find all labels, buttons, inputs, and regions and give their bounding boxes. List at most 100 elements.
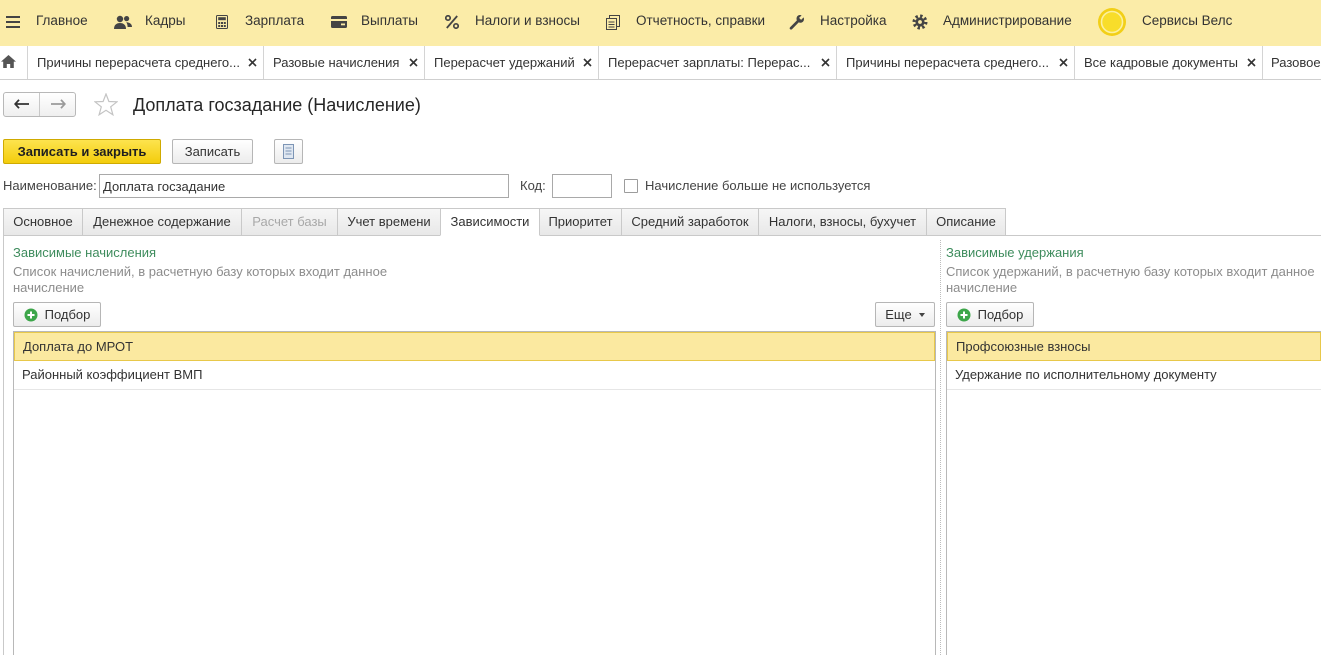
arrow-right-icon [50, 97, 66, 112]
table-row[interactable]: Профсоюзные взносы [947, 332, 1321, 361]
open-tab[interactable]: Все кадровые документы [1074, 46, 1263, 79]
close-icon[interactable] [1244, 58, 1256, 67]
open-tab[interactable]: Перерасчет удержаний [424, 46, 599, 79]
name-field[interactable] [99, 174, 509, 198]
tab-description[interactable]: Описание [926, 208, 1006, 236]
menu-item-label: Главное [36, 13, 88, 28]
dependent-accruals-description: Список начислений, в расчетную базу кото… [13, 264, 388, 295]
pick-deductions-button[interactable]: Подбор [946, 302, 1034, 327]
wrench-icon [789, 0, 805, 44]
document-list-button[interactable] [274, 139, 303, 164]
more-button-label: Еще [885, 307, 912, 322]
dependent-deductions-description: Список удержаний, в расчетную базу котор… [946, 264, 1315, 295]
open-tab[interactable]: Причины перерасчета среднего... [27, 46, 264, 79]
row-text: Профсоюзные взносы [956, 339, 1091, 354]
save-and-close-button[interactable]: Записать и закрыть [3, 139, 161, 164]
menu-item-label: Сервисы Велс [1142, 13, 1233, 28]
row-text: Доплата до МРОТ [23, 339, 134, 354]
pick-button-label: Подбор [44, 307, 91, 322]
save-button[interactable]: Записать [172, 139, 253, 164]
row-text: Районный коэффициент ВМП [22, 367, 203, 382]
menu-item-label: Отчетность, справки [636, 13, 766, 28]
open-tab-label: Причины перерасчета среднего... [846, 55, 1049, 70]
history-navigation [3, 92, 76, 117]
tab-priority[interactable]: Приоритет [539, 208, 622, 236]
tab-average-earnings[interactable]: Средний заработок [621, 208, 759, 236]
menu-item-payments[interactable]: Выплаты [331, 0, 418, 44]
tab-panel-border-left [3, 235, 4, 655]
open-tab-label: Перерасчет удержаний [434, 55, 575, 70]
open-tab-label: Перерасчет зарплаты: Перерас... [608, 55, 811, 70]
close-icon[interactable] [1056, 58, 1068, 67]
tab-time-tracking[interactable]: Учет времени [337, 208, 441, 236]
table-row[interactable]: Доплата до МРОТ [14, 332, 935, 361]
forward-button[interactable] [40, 93, 75, 116]
percent-icon [445, 0, 459, 44]
arrow-left-icon [13, 97, 30, 112]
menu-item-main[interactable]: Главное [6, 0, 88, 44]
open-tab[interactable]: Перерасчет зарплаты: Перерас... [598, 46, 837, 79]
gear-icon [912, 0, 928, 44]
pick-accruals-button[interactable]: Подбор [13, 302, 101, 327]
open-tab[interactable]: Разовое [1262, 46, 1321, 79]
dependent-accruals-title: Зависимые начисления [13, 245, 157, 260]
menu-item-label: Администрирование [943, 13, 1072, 28]
menu-icon [6, 0, 20, 44]
menu-item-hr[interactable]: Кадры [114, 0, 186, 44]
calculator-icon [216, 0, 228, 44]
dependent-deductions-table: Профсоюзные взносы Удержание по исполнит… [946, 331, 1321, 655]
open-windows-bar: Причины перерасчета среднего... Разовые … [0, 46, 1321, 80]
more-button[interactable]: Еще [875, 302, 935, 327]
menu-item-admin[interactable]: Администрирование [912, 0, 1072, 44]
home-tab[interactable] [0, 46, 27, 79]
chevron-down-icon [918, 312, 925, 317]
menu-item-label: Зарплата [245, 13, 305, 28]
document-list-icon [283, 144, 294, 159]
close-icon[interactable] [406, 58, 418, 67]
menu-item-services[interactable]: Сервисы Велс [1097, 0, 1233, 44]
star-icon[interactable] [93, 92, 119, 117]
add-icon [957, 308, 971, 322]
row-text: Удержание по исполнительному документу [955, 367, 1217, 382]
menu-item-reports[interactable]: Отчетность, справки [606, 0, 765, 44]
sections-panel: Главное Кадры Зарплата Выплаты Налоги и … [0, 0, 1321, 46]
code-field[interactable] [552, 174, 612, 198]
close-icon[interactable] [245, 58, 257, 67]
open-tab[interactable]: Разовые начисления [263, 46, 425, 79]
name-label: Наименование: [3, 178, 97, 193]
tab-salary-content[interactable]: Денежное содержание [82, 208, 242, 236]
code-label: Код: [520, 178, 546, 193]
menu-item-settings[interactable]: Настройка [789, 0, 887, 44]
open-tab-label: Разовые начисления [273, 55, 400, 70]
dependent-deductions-title: Зависимые удержания [946, 245, 1084, 260]
menu-item-taxes[interactable]: Налоги и взносы [445, 0, 580, 44]
tab-taxes-accounting[interactable]: Налоги, взносы, бухучет [758, 208, 927, 236]
close-icon[interactable] [580, 58, 592, 67]
menu-item-salary[interactable]: Зарплата [216, 0, 305, 44]
table-row[interactable]: Удержание по исполнительному документу [947, 361, 1321, 390]
reports-icon [606, 0, 620, 44]
open-tab-label: Все кадровые документы [1084, 55, 1239, 70]
unused-checkbox[interactable] [624, 179, 638, 193]
tab-main[interactable]: Основное [3, 208, 83, 236]
people-icon [114, 0, 132, 44]
menu-item-label: Настройка [820, 13, 887, 28]
add-icon [24, 308, 38, 322]
unused-checkbox-label[interactable]: Начисление больше не используется [645, 174, 870, 198]
dependent-accruals-table: Доплата до МРОТ Районный коэффициент ВМП [13, 331, 936, 655]
open-tab-label: Разовое [1271, 55, 1321, 70]
pick-button-label: Подбор [977, 307, 1024, 322]
tab-panel-border [3, 235, 1321, 236]
menu-item-label: Выплаты [361, 13, 418, 28]
open-tab[interactable]: Причины перерасчета среднего... [836, 46, 1075, 79]
open-tab-label: Причины перерасчета среднего... [37, 55, 240, 70]
close-icon[interactable] [818, 58, 830, 67]
tab-dependencies[interactable]: Зависимости [440, 208, 540, 236]
back-button[interactable] [4, 93, 40, 116]
panel-splitter[interactable] [940, 240, 941, 655]
menu-item-label: Кадры [145, 13, 186, 28]
table-row[interactable]: Районный коэффициент ВМП [14, 361, 935, 390]
wallet-icon [331, 0, 347, 44]
menu-item-label: Налоги и взносы [475, 13, 580, 28]
services-circle-icon [1097, 0, 1127, 44]
